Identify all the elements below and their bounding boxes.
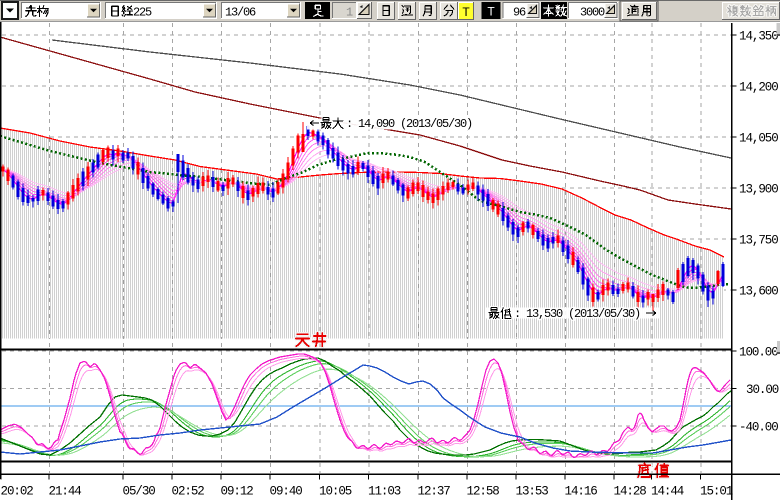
svg-text:-40.00: -40.00: [739, 421, 778, 435]
svg-text:15:01: 15:01: [700, 485, 733, 499]
svg-text:13,900: 13,900: [739, 183, 778, 197]
svg-text:T: T: [487, 5, 495, 19]
svg-text:T: T: [462, 5, 470, 19]
svg-text:30.00: 30.00: [746, 383, 779, 397]
svg-text:100.00: 100.00: [739, 346, 778, 360]
svg-text:1: 1: [346, 6, 353, 20]
svg-text:11:03: 11:03: [368, 485, 401, 499]
svg-text:14,050: 14,050: [739, 132, 778, 146]
svg-text:13:53: 13:53: [516, 485, 549, 499]
svg-text:13/06: 13/06: [225, 6, 256, 20]
svg-text:12:58: 12:58: [467, 485, 500, 499]
svg-text:14:16: 14:16: [565, 485, 598, 499]
svg-text:14,350: 14,350: [739, 30, 778, 44]
svg-text:14:28: 14:28: [614, 485, 647, 499]
svg-text:3000: 3000: [580, 6, 605, 20]
svg-text:13,750: 13,750: [739, 234, 778, 248]
svg-text:12:37: 12:37: [418, 485, 451, 499]
svg-text:20:02: 20:02: [1, 485, 34, 499]
svg-text:: 14,090 (2013/05/30): : 14,090 (2013/05/30): [346, 117, 472, 131]
svg-text:09:40: 09:40: [270, 485, 303, 499]
svg-text:02:52: 02:52: [172, 485, 205, 499]
svg-text:05/30: 05/30: [123, 485, 156, 499]
svg-text:225: 225: [133, 6, 152, 20]
svg-text:: 13,530 (2013/05/30): : 13,530 (2013/05/30): [514, 307, 640, 321]
svg-text:14,200: 14,200: [739, 81, 778, 95]
svg-text:10:05: 10:05: [319, 485, 352, 499]
svg-text:14:44: 14:44: [651, 485, 684, 499]
svg-text:09:12: 09:12: [221, 485, 254, 499]
svg-text:13,600: 13,600: [739, 285, 778, 299]
svg-text:96: 96: [513, 6, 526, 20]
svg-text:21:44: 21:44: [49, 485, 82, 499]
